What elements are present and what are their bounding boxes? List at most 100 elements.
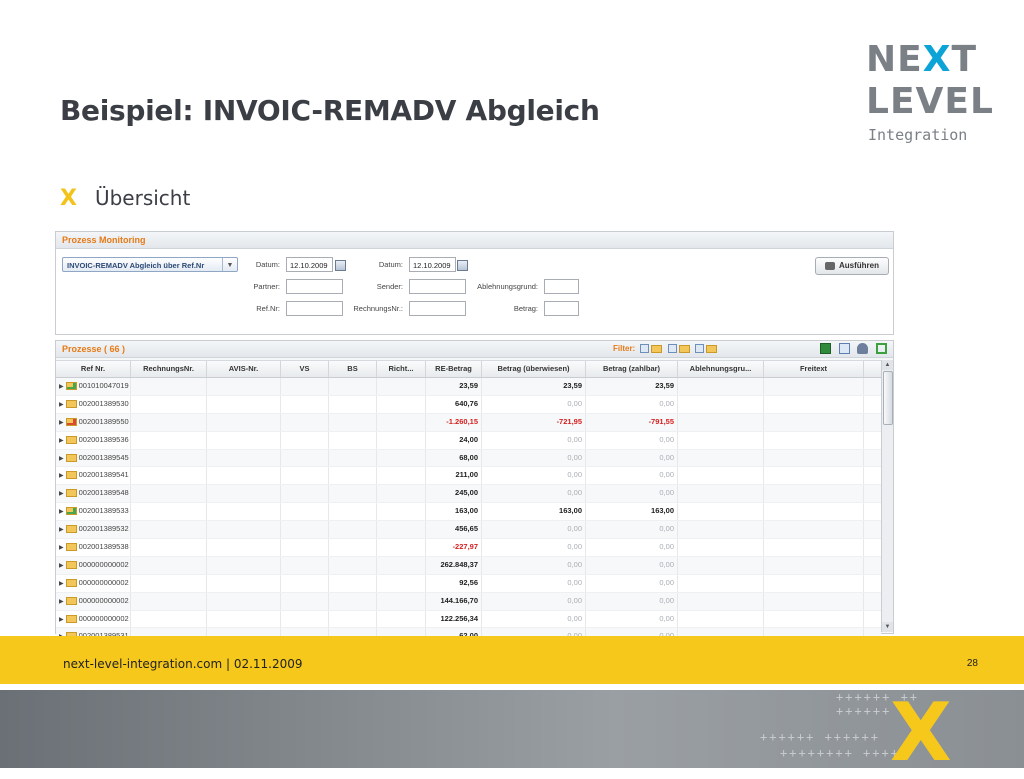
- column-header[interactable]: Ablehnungsgru...: [678, 361, 764, 377]
- user-icon[interactable]: [857, 343, 869, 354]
- table-row[interactable]: ▶ 002001389533 163,00 163,00 163,00: [56, 503, 881, 522]
- ub-cell: 0,00: [482, 395, 586, 413]
- empty-cell: [329, 574, 377, 592]
- ref-nr-cell: ▶ 000000000002: [56, 592, 131, 610]
- column-header[interactable]: RechnungsNr.: [131, 361, 207, 377]
- table-row[interactable]: ▶ 002001389545 68,00 0,00 0,00: [56, 449, 881, 468]
- expand-arrow-icon[interactable]: ▶: [59, 491, 64, 497]
- table-row[interactable]: ▶ 002001389536 24,00 0,00 0,00: [56, 431, 881, 450]
- scroll-down-icon[interactable]: ▼: [882, 622, 893, 632]
- table-row[interactable]: ▶ 000000000002 144.166,70 0,00 0,00: [56, 592, 881, 611]
- toolbar: [815, 343, 887, 359]
- expand-arrow-icon[interactable]: ▶: [59, 402, 64, 408]
- empty-cell: [131, 395, 207, 413]
- rechnungsnr-input[interactable]: [409, 301, 466, 316]
- ref-nr-text: 002001389538: [78, 542, 129, 552]
- empty-cell: [281, 378, 329, 395]
- expand-arrow-icon[interactable]: ▶: [59, 473, 64, 479]
- column-header[interactable]: Betrag (überwiesen): [482, 361, 586, 377]
- table-row[interactable]: ▶ 000000000002 92,56 0,00 0,00: [56, 574, 881, 593]
- table-row[interactable]: ▶ 002001389532 456,65 0,00 0,00: [56, 521, 881, 540]
- re-cell: 245,00: [426, 485, 482, 503]
- expand-arrow-icon[interactable]: ▶: [59, 509, 64, 515]
- scroll-thumb[interactable]: [883, 371, 893, 425]
- empty-cell: [207, 521, 281, 539]
- empty-cell: [764, 467, 864, 485]
- envelope-status-icon: [65, 596, 77, 605]
- table-row[interactable]: ▶ 000000000002 262.848,37 0,00 0,00: [56, 556, 881, 575]
- ref-nr-cell: ▶ 002001389541: [56, 467, 131, 485]
- empty-cell: [764, 431, 864, 449]
- expand-arrow-icon[interactable]: ▶: [59, 545, 64, 551]
- filter-label: Filter:: [613, 344, 636, 353]
- filter-checkbox[interactable]: [694, 344, 704, 354]
- empty-cell: [207, 449, 281, 467]
- ablehnungsgrund-label: Ablehnungsgrund:: [477, 282, 538, 291]
- table-row[interactable]: ▶ 002001389541 211,00 0,00 0,00: [56, 467, 881, 486]
- ref-nr-text: 002001389541: [78, 470, 129, 480]
- column-header[interactable]: Freitext: [764, 361, 864, 377]
- excel-export-icon[interactable]: [820, 343, 832, 354]
- expand-icon[interactable]: [876, 343, 887, 354]
- filter-checkbox[interactable]: [640, 344, 650, 354]
- expand-arrow-icon[interactable]: ▶: [59, 456, 64, 462]
- empty-cell: [377, 556, 426, 574]
- table-row[interactable]: ▶ 001010047019 23,59 23,59 23,59: [56, 378, 881, 396]
- table-row[interactable]: ▶ 000000000002 122.256,34 0,00 0,00: [56, 610, 881, 629]
- column-header[interactable]: RE-Betrag: [426, 361, 482, 377]
- ref-nr-cell: ▶ 002001389530: [56, 395, 131, 413]
- scroll-up-icon[interactable]: ▲: [882, 360, 893, 370]
- empty-cell: [764, 521, 864, 539]
- vertical-scrollbar[interactable]: ▲ ▼: [881, 360, 893, 632]
- empty-cell: [329, 431, 377, 449]
- table-row[interactable]: ▶ 002001389530 640,76 0,00 0,00: [56, 395, 881, 414]
- column-header[interactable]: VS: [281, 361, 329, 377]
- column-header[interactable]: Richt...: [377, 361, 426, 377]
- calendar-icon[interactable]: [457, 260, 468, 271]
- chevron-down-icon[interactable]: ▼: [222, 258, 237, 271]
- empty-cell: [764, 413, 864, 431]
- expand-arrow-icon[interactable]: ▶: [59, 563, 64, 569]
- ref-nr-cell: ▶ 002001389538: [56, 539, 131, 556]
- logo-line-2: LEVEL: [866, 81, 994, 122]
- column-header[interactable]: Ref Nr.: [56, 361, 131, 377]
- re-cell: 122.256,34: [426, 610, 482, 628]
- ablehnungsgrund-input[interactable]: [544, 279, 579, 294]
- next-level-logo: NEXT LEVEL Integration: [866, 40, 993, 150]
- expand-arrow-icon[interactable]: ▶: [59, 599, 64, 605]
- document-icon[interactable]: [838, 343, 850, 354]
- ausfuehren-button[interactable]: Ausführen: [815, 257, 889, 275]
- process-select[interactable]: INVOIC-REMADV Abgleich über Ref.Nr ▼: [62, 257, 238, 272]
- envelope-open-icon: [678, 344, 690, 353]
- re-cell: -227,97: [426, 539, 482, 556]
- envelope-status-icon: [65, 382, 77, 391]
- empty-cell: [678, 431, 764, 449]
- expand-arrow-icon[interactable]: ▶: [59, 581, 64, 587]
- empty-cell: [377, 378, 426, 395]
- refnr-input[interactable]: [286, 301, 343, 316]
- empty-cell: [131, 539, 207, 556]
- partner-input[interactable]: [286, 279, 343, 294]
- table-row[interactable]: ▶ 002001389538 -227,97 0,00 0,00: [56, 539, 881, 557]
- column-header[interactable]: BS: [329, 361, 377, 377]
- empty-cell: [678, 610, 764, 628]
- re-cell: 456,65: [426, 521, 482, 539]
- calendar-icon[interactable]: [335, 260, 346, 271]
- filter-checkbox[interactable]: [667, 344, 677, 354]
- table-row[interactable]: ▶ 002001389550 -1.260,15 -721,95 -791,55: [56, 413, 881, 432]
- datum-from-input[interactable]: 12.10.2009: [286, 257, 333, 272]
- datum-to-input[interactable]: 12.10.2009: [409, 257, 456, 272]
- column-header[interactable]: AVIS-Nr.: [207, 361, 281, 377]
- expand-arrow-icon[interactable]: ▶: [59, 420, 64, 426]
- sender-input[interactable]: [409, 279, 466, 294]
- expand-arrow-icon[interactable]: ▶: [59, 617, 64, 623]
- column-header[interactable]: Betrag (zahlbar): [586, 361, 678, 377]
- empty-cell: [764, 503, 864, 521]
- expand-arrow-icon[interactable]: ▶: [59, 384, 64, 390]
- expand-arrow-icon[interactable]: ▶: [59, 527, 64, 533]
- table-row[interactable]: ▶ 002001389548 245,00 0,00 0,00: [56, 485, 881, 504]
- envelope-status-icon: [65, 507, 77, 516]
- betrag-input[interactable]: [544, 301, 579, 316]
- envelope-error-icon: [705, 344, 717, 353]
- expand-arrow-icon[interactable]: ▶: [59, 438, 64, 444]
